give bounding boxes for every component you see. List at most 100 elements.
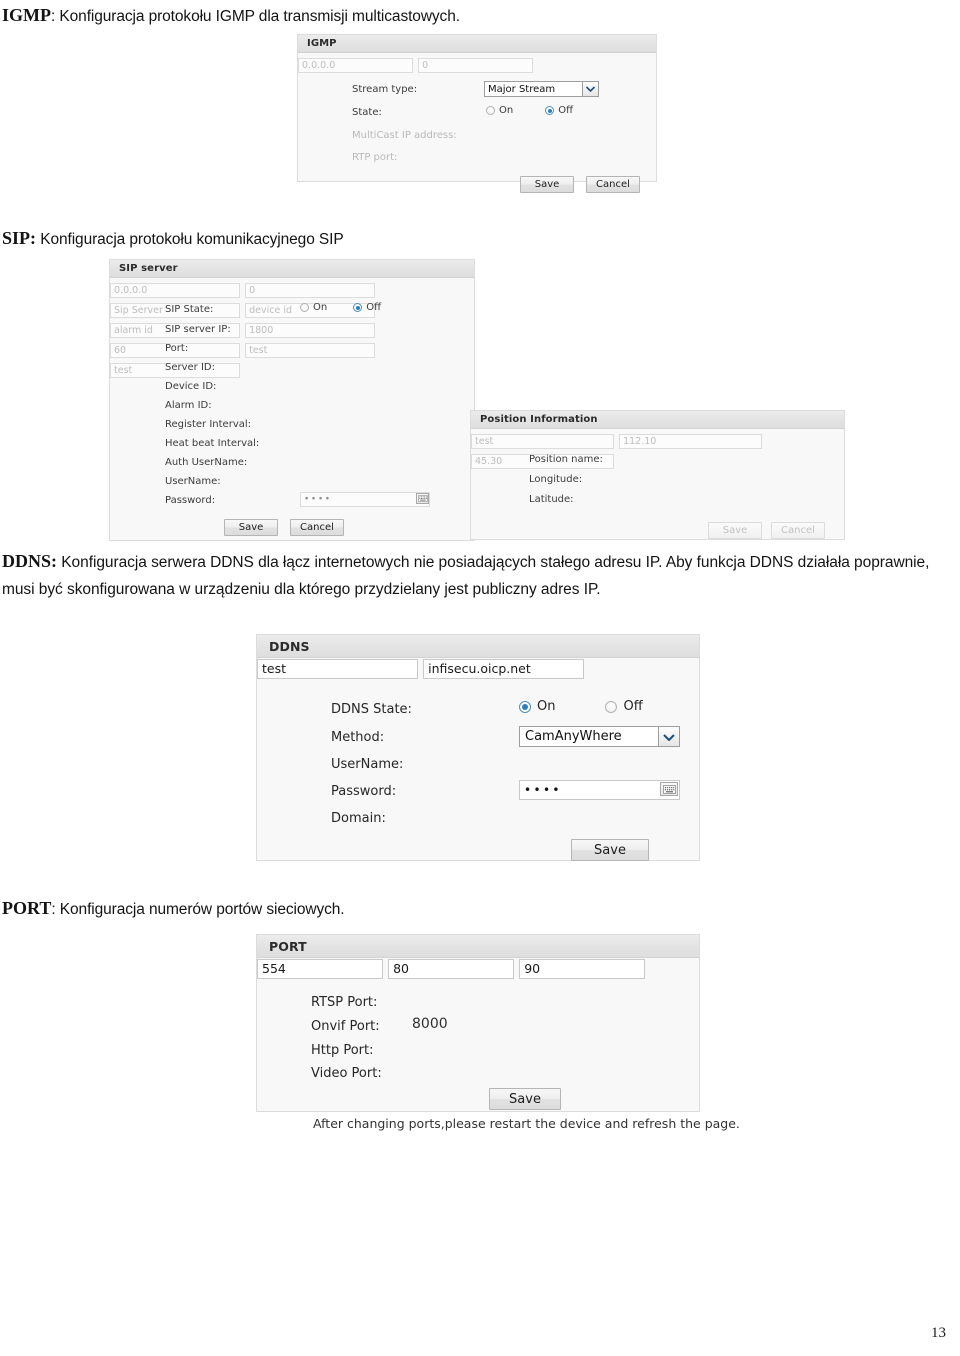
ddns-method-select[interactable]: CamAnyWhere (519, 726, 680, 747)
section-heading-port: PORT: Konfiguracja numerów portów siecio… (2, 898, 345, 919)
igmp-state-label: State: (352, 107, 382, 118)
ddns-state-off-label: Off (623, 699, 643, 714)
sip-panel-title: SIP server (110, 260, 474, 278)
section-heading-sip-bold: SIP: (2, 228, 37, 248)
sip-state-off-radio[interactable]: Off (353, 302, 381, 313)
ddns-state-radio-group[interactable]: On Off (519, 699, 643, 714)
sip-cancel-button[interactable]: Cancel (290, 519, 344, 536)
igmp-stream-type-value: Major Stream (488, 83, 556, 95)
port-panel-body: RTSP Port: Onvif Port: 8000 Http Port: V… (257, 958, 740, 1131)
igmp-stream-type-label: Stream type: (352, 84, 418, 95)
igmp-state-off-radio[interactable]: Off (545, 105, 573, 116)
igmp-state-off-label: Off (558, 105, 573, 116)
port-note: After changing ports,please restart the … (313, 1116, 740, 1131)
position-longitude-input[interactable] (619, 434, 763, 449)
sip-server-panel: SIP server SIP State: On Off SIP server … (109, 259, 475, 541)
ddns-state-on-radio[interactable]: On (519, 699, 555, 714)
ddns-panel-title: DDNS (257, 635, 699, 658)
igmp-rtp-port-input[interactable] (418, 58, 534, 73)
radio-off-icon (486, 106, 495, 115)
keyboard-icon[interactable] (660, 782, 678, 796)
port-rtsp-input[interactable] (257, 958, 383, 979)
sip-port-input[interactable] (245, 283, 376, 298)
ddns-panel: DDNS DDNS State: On Off Method: CamAnyWh… (256, 634, 700, 861)
port-panel-title: PORT (257, 935, 699, 958)
igmp-cancel-button[interactable]: Cancel (586, 176, 640, 193)
sip-username-label: UserName: (165, 476, 221, 487)
igmp-stream-type-select[interactable]: Major Stream (484, 81, 599, 97)
ddns-domain-label: Domain: (331, 811, 386, 826)
manual-page: IGMP: Konfiguracja protokołu IGMP dla tr… (0, 0, 960, 1356)
position-name-label: Position name: (529, 454, 603, 465)
position-cancel-button[interactable]: Cancel (771, 522, 825, 539)
sip-port-label: Port: (165, 343, 189, 354)
port-video-input[interactable] (519, 958, 646, 979)
igmp-multicast-ip-input[interactable] (298, 58, 413, 73)
ddns-state-label: DDNS State: (331, 702, 412, 717)
sip-register-interval-input[interactable] (245, 323, 376, 338)
sip-state-radio-group[interactable]: On Off (300, 302, 381, 313)
igmp-panel-title: IGMP (298, 35, 656, 53)
position-panel-body: Position name: Longitude: Latitude: Save… (471, 429, 844, 539)
sip-heat-beat-interval-label: Heat beat Interval: (165, 438, 260, 449)
sip-server-id-label: Server ID: (165, 362, 215, 373)
sip-password-dots: •••• (304, 494, 332, 504)
ddns-method-label: Method: (331, 730, 385, 745)
sip-panel-body: SIP State: On Off SIP server IP: Port: S… (110, 278, 474, 540)
ddns-domain-input[interactable] (423, 658, 585, 679)
sip-state-on-label: On (313, 302, 328, 313)
igmp-state-on-label: On (499, 105, 514, 116)
section-heading-ddns-bold: DDNS: (2, 551, 58, 571)
position-save-button[interactable]: Save (708, 522, 762, 539)
port-http-input[interactable] (388, 958, 515, 979)
position-latitude-label: Latitude: (529, 494, 574, 505)
sip-password-field[interactable]: •••• (300, 492, 430, 507)
section-heading-igmp-text: : Konfiguracja protokołu IGMP dla transm… (51, 8, 460, 25)
ddns-panel-body: DDNS State: On Off Method: CamAnyWhere U… (257, 658, 699, 861)
sip-state-label: SIP State: (165, 304, 214, 315)
position-name-input[interactable] (471, 434, 614, 449)
igmp-save-button[interactable]: Save (520, 176, 574, 193)
section-heading-igmp-bold: IGMP (2, 5, 51, 25)
sip-password-label: Password: (165, 495, 216, 506)
radio-on-icon (519, 700, 531, 713)
ddns-password-label: Password: (331, 784, 397, 799)
section-heading-ddns-text: Konfiguracja serwera DDNS dla łącz inter… (2, 554, 930, 598)
section-heading-port-bold: PORT (2, 898, 52, 918)
keyboard-icon[interactable] (416, 493, 429, 504)
igmp-state-radio-group[interactable]: On Off (486, 105, 573, 116)
ddns-password-field[interactable]: •••• (519, 780, 680, 800)
port-panel: PORT RTSP Port: Onvif Port: 8000 Http Po… (256, 934, 740, 1131)
igmp-panel: IGMP Stream type: Major Stream State: On… (297, 34, 657, 193)
sip-save-button[interactable]: Save (224, 519, 278, 536)
sip-state-off-label: Off (366, 302, 381, 313)
position-panel-title: Position Information (471, 411, 844, 429)
ddns-password-dots: •••• (524, 783, 562, 797)
sip-server-ip-input[interactable] (110, 283, 240, 298)
port-save-button[interactable]: Save (489, 1088, 561, 1110)
igmp-multicast-ip-label: MultiCast IP address: (352, 130, 457, 141)
ddns-method-value: CamAnyWhere (525, 729, 622, 744)
igmp-state-on-radio[interactable]: On (486, 105, 513, 116)
sip-auth-username-input[interactable] (245, 343, 376, 358)
sip-alarm-id-label: Alarm ID: (165, 400, 212, 411)
section-heading-igmp: IGMP: Konfiguracja protokołu IGMP dla tr… (2, 5, 460, 26)
radio-off-icon (300, 303, 309, 312)
sip-register-interval-label: Register Interval: (165, 419, 252, 430)
port-video-label: Video Port: (311, 1066, 382, 1081)
chevron-down-icon (582, 82, 598, 96)
ddns-state-off-radio[interactable]: Off (605, 699, 643, 714)
section-heading-port-text: : Konfiguracja numerów portów sieciowych… (51, 901, 345, 918)
ddns-username-input[interactable] (257, 658, 418, 679)
radio-off-icon (605, 700, 618, 713)
igmp-panel-body: Stream type: Major Stream State: On Off … (298, 53, 656, 193)
position-longitude-label: Longitude: (529, 474, 583, 485)
port-onvif-label: Onvif Port: (311, 1019, 380, 1034)
chevron-down-icon (658, 727, 679, 746)
sip-auth-username-label: Auth UserName: (165, 457, 248, 468)
port-onvif-value: 8000 (412, 1016, 448, 1032)
position-information-panel: Position Information Position name: Long… (470, 410, 845, 540)
sip-state-on-radio[interactable]: On (300, 302, 327, 313)
ddns-username-label: UserName: (331, 757, 404, 772)
ddns-save-button[interactable]: Save (571, 839, 649, 861)
